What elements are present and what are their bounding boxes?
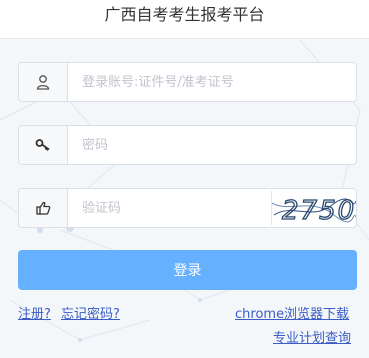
- captcha-input[interactable]: [68, 189, 268, 227]
- password-field: [18, 125, 357, 165]
- login-panel: 广西自考考生报考平台 登录账号:证件号/准考证号 验证码 2750 登录 注册?…: [0, 0, 369, 358]
- forgot-password-link[interactable]: 忘记密码?: [61, 303, 120, 322]
- captcha-field: 2750: [18, 188, 357, 228]
- username-field: [18, 62, 357, 102]
- page-title: 广西自考考生报考平台: [0, 0, 369, 39]
- user-icon: [19, 63, 68, 101]
- key-icon: [19, 126, 68, 164]
- thumb-pointer-icon: [19, 189, 68, 227]
- chrome-download-link[interactable]: chrome浏览器下载: [235, 303, 349, 322]
- password-input[interactable]: [68, 126, 348, 164]
- register-link[interactable]: 注册?: [18, 303, 51, 322]
- username-input[interactable]: [68, 63, 348, 101]
- captcha-image[interactable]: 2750: [271, 191, 357, 227]
- plan-query-link[interactable]: 专业计划查询: [273, 327, 351, 346]
- login-button[interactable]: 登录: [18, 250, 357, 290]
- captcha-text: 2750: [282, 196, 356, 225]
